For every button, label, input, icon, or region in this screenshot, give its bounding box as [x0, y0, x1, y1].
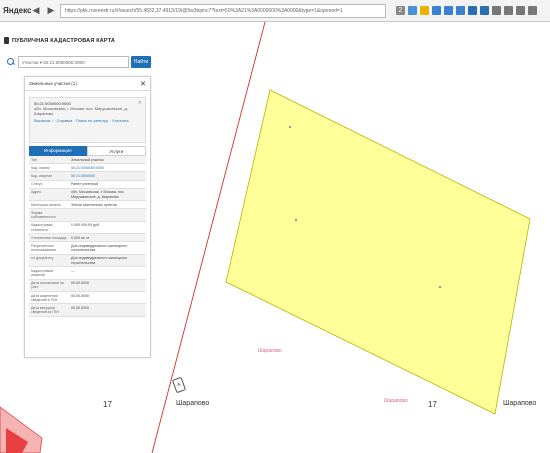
table-row: Статус Ранее учтенный	[29, 181, 146, 189]
info-tabs: Информация Услуги	[29, 146, 146, 156]
row-key: Форма собственности	[31, 210, 56, 220]
search-input[interactable]: Участки ▾ 50:21:0000000:0000	[18, 56, 129, 68]
map-block-number: 17	[103, 400, 112, 409]
row-value	[69, 209, 146, 220]
map-block-number: 17	[428, 400, 437, 409]
screen: Яндекс ◀ ▶ https://pkk.rosreestr.ru/#/se…	[0, 0, 550, 453]
table-row: Адрес обл. Московская, г. Москва, пос. Ма…	[29, 188, 146, 202]
attribute-table: Тип Земельный участок Кад. номер 50:21:0000…	[29, 156, 146, 317]
download-icon[interactable]	[480, 6, 489, 15]
bookmark-icon[interactable]	[492, 6, 501, 15]
table-row: Кад. квартал 50:21:0000000	[29, 172, 146, 181]
row-value[interactable]: 50:21:0000000:0000	[69, 164, 146, 171]
extension-icon[interactable]	[444, 6, 453, 15]
search-bar: Участки ▾ 50:21:0000000:0000 Найти	[6, 55, 151, 69]
search-icon[interactable]	[6, 57, 16, 67]
object-info-panel: Земельные участки (1) ✕ 50:21:0000000:00…	[24, 76, 151, 358]
table-row: Дата постановки на учет 00.00.0000	[29, 279, 146, 293]
panel-header: Земельные участки (1) ✕	[25, 77, 150, 91]
address-text: https://pkk.rosreestr.ru/#/search/55.483…	[65, 7, 343, 14]
back-icon[interactable]: ◀	[30, 5, 42, 17]
row-value: —	[71, 268, 75, 273]
row-key: Кад. квартал	[31, 173, 53, 178]
row-value: Ранее учтенный	[71, 182, 99, 187]
row-value: Для индивидуального жилищного строительс…	[71, 243, 128, 253]
row-value: 0 000 000,00 руб.	[71, 223, 100, 228]
parcel-vertex-marker	[288, 125, 292, 129]
row-key: Статус	[31, 182, 43, 187]
row-key: Кад. номер	[31, 165, 50, 170]
table-row: Тип Земельный участок	[29, 156, 146, 165]
tabs-count-icon[interactable]: 2	[396, 6, 405, 15]
extension-icon[interactable]	[456, 6, 465, 15]
close-icon[interactable]: ✕	[138, 101, 142, 106]
settings-icon[interactable]	[516, 6, 525, 15]
row-key: по документу	[31, 256, 54, 261]
map-pin-icon	[4, 37, 9, 44]
panel-header-title: Земельные участки (1)	[29, 81, 77, 86]
page-title-text: ПУБЛИЧНАЯ КАДАСТРОВАЯ КАРТА	[12, 37, 116, 44]
address-bar[interactable]: https://pkk.rosreestr.ru/#/search/55.483…	[60, 3, 386, 18]
table-row: Дата изменения сведений в ГКН 00.00.0000	[29, 292, 146, 305]
map-parcel-label: Шарапово	[258, 348, 282, 354]
row-key: Категория земель	[31, 202, 61, 207]
table-row: по документу Для индивидуального жилищног…	[29, 254, 146, 268]
object-card-address-2: Шарапово	[34, 111, 54, 116]
row-value: 0 000 кв. м	[71, 235, 89, 240]
search-button[interactable]: Найти	[131, 56, 151, 68]
row-key: Тип	[31, 157, 37, 162]
search-query: 50:21:0000000:0000	[43, 60, 85, 65]
map-place-label: Шарапово	[176, 400, 210, 407]
parcel-polygon[interactable]	[225, 89, 531, 415]
forward-icon[interactable]: ▶	[45, 5, 57, 17]
row-value: Земли населенных пунктов	[71, 202, 117, 207]
row-key: Кадастровая стоимость	[31, 223, 53, 232]
parcel-vertex-marker	[438, 285, 442, 289]
table-row: Дата выгрузки сведений из ГКН 00.00.0000	[29, 304, 146, 317]
close-icon[interactable]: ✕	[140, 80, 146, 88]
extension-icon[interactable]	[408, 6, 417, 15]
menu-icon[interactable]	[528, 6, 537, 15]
extension-icon[interactable]	[432, 6, 441, 15]
star-icon[interactable]	[504, 6, 513, 15]
object-card-links[interactable]: Выписка ↓ · Справка · Поиск по реестру ·…	[34, 118, 141, 123]
table-row: Разрешенное использование Для индивидуаль…	[29, 242, 146, 255]
table-row: Уточненная площадь 0 000 кв. м	[29, 234, 146, 243]
row-value[interactable]: 50:21:0000000	[69, 172, 146, 179]
row-key: Уточненная площадь	[31, 235, 67, 240]
page-title: ПУБЛИЧНАЯ КАДАСТРОВАЯ КАРТА	[4, 37, 115, 44]
table-row: Кад. номер 50:21:0000000:0000	[29, 164, 146, 173]
table-row: Кадастровый инженер —	[29, 267, 146, 280]
table-row: Кадастровая стоимость 0 000 000,00 руб.	[29, 222, 146, 235]
row-value: Для индивидуального жилищного строительс…	[71, 256, 128, 265]
browser-logo[interactable]: Яндекс	[3, 6, 31, 15]
row-key: Дата изменения сведений в ГКН	[31, 293, 59, 302]
row-key: Разрешенное использование	[31, 243, 57, 253]
row-value: Земельный участок	[71, 157, 104, 162]
tab-services[interactable]: Услуги	[86, 146, 146, 156]
extension-icon[interactable]	[468, 6, 477, 15]
row-key: Дата постановки на учет	[31, 281, 64, 290]
parcel-vertex-marker	[294, 218, 298, 222]
row-key: Кадастровый инженер	[31, 268, 54, 277]
search-type-select[interactable]: Участки ▾	[22, 60, 42, 65]
table-row: Категория земель Земли населенных пунктов	[29, 201, 146, 210]
tab-information[interactable]: Информация	[29, 146, 87, 156]
row-key: Дата выгрузки сведений из ГКН	[31, 305, 59, 315]
map-parcel-label: Шарапово	[384, 398, 408, 404]
row-value: 00.00.0000	[71, 305, 89, 310]
browser-toolbar: Яндекс ◀ ▶ https://pkk.rosreestr.ru/#/se…	[0, 0, 550, 22]
object-card[interactable]: 50:21:0000000:0000 обл. Московская, г. М…	[29, 97, 146, 143]
extension-icons: 2	[396, 6, 537, 15]
row-value: 00.00.0000	[71, 281, 89, 286]
row-value: обл. Московская, г. Москва, пос. Марушки…	[71, 190, 125, 199]
row-value: 00.00.0000	[71, 293, 89, 298]
map-place-label: Шарапово	[503, 400, 537, 407]
star-extension-icon[interactable]	[420, 6, 429, 15]
row-key: Адрес	[31, 190, 42, 195]
table-row: Форма собственности	[29, 209, 146, 222]
